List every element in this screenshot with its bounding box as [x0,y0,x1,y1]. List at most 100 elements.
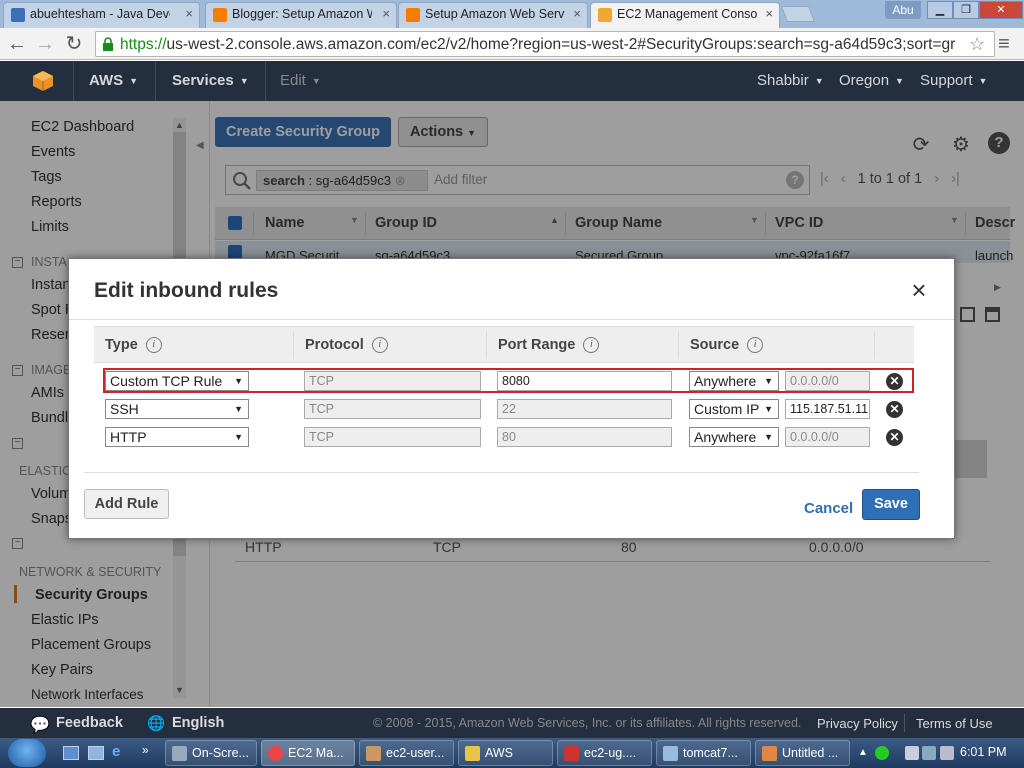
source-value: Custom IP [694,401,760,417]
taskbar-item[interactable]: tomcat7... [656,740,751,766]
browser-tab-active[interactable]: EC2 Management Console × [590,2,780,29]
source-select[interactable]: Anywhere ▼ [689,427,779,447]
browser-toolbar: ← → ↻ https://us-west-2.console.aws.amaz… [0,28,1024,60]
close-tab-icon[interactable]: × [765,6,773,21]
cancel-button[interactable]: Cancel [804,500,853,517]
info-icon[interactable]: i [747,337,764,354]
close-tab-icon[interactable]: × [573,6,581,21]
source-value: Anywhere [694,429,757,445]
cidr-field: 0.0.0.0/0 [785,427,870,447]
support-menu[interactable]: Support ▼ [920,72,987,89]
taskbar-item-active[interactable]: EC2 Ma... [261,740,355,766]
explorer-icon[interactable] [88,746,104,760]
taskbar-item[interactable]: AWS [458,740,553,766]
info-icon[interactable]: i [583,337,600,354]
pdf-icon [564,746,579,761]
language-selector[interactable]: English [172,715,224,731]
info-icon[interactable]: i [371,337,388,354]
aws-menu[interactable]: AWS ▼ [89,72,138,89]
dialog-title: Edit inbound rules [94,279,279,302]
chevron-down-icon: ▼ [129,76,139,87]
divider [69,319,954,320]
terms-of-use-link[interactable]: Terms of Use [916,716,993,731]
dropdown-arrow-icon: ▼ [234,432,243,442]
taskbar-item[interactable]: On-Scre... [165,740,257,766]
services-menu[interactable]: Services ▼ [172,72,249,89]
tray-network-icon[interactable] [922,746,936,760]
internet-explorer-icon[interactable]: e [112,743,120,760]
info-icon[interactable]: i [145,337,162,354]
add-rule-button[interactable]: Add Rule [84,489,169,519]
dropdown-arrow-icon: ▼ [234,404,243,414]
yahoo-favicon-icon [11,8,25,22]
new-tab-button[interactable] [781,6,815,22]
account-menu[interactable]: Shabbir ▼ [757,72,824,89]
header-divider [73,61,74,101]
chrome-menu-icon[interactable]: ≡ [998,33,1016,56]
keyboard-app-icon [172,746,187,761]
close-tab-icon[interactable]: × [382,6,390,21]
delete-rule-icon[interactable]: ✕ [886,429,903,446]
quicklaunch-more-icon[interactable]: » [142,743,149,757]
type-select[interactable]: HTTP ▼ [105,427,249,447]
taskbar-item[interactable]: Untitled ... [755,740,850,766]
column-divider [293,331,294,359]
header-port-range: Port Range i [498,337,600,354]
column-divider [874,331,875,359]
maximize-icon[interactable]: ❐ [953,1,979,19]
delete-rule-icon[interactable]: ✕ [886,401,903,418]
taskbar-item-label: EC2 Ma... [288,746,344,760]
reload-icon[interactable]: ↻ [61,31,87,57]
privacy-policy-link[interactable]: Privacy Policy [817,716,898,731]
address-bar[interactable]: https://us-west-2.console.aws.amazon.com… [95,31,995,57]
close-icon[interactable]: × [909,277,929,303]
taskbar-item-label: ec2-ug.... [584,746,637,760]
window-close-icon[interactable]: ✕ [979,1,1023,19]
taskbar-item[interactable]: ec2-ug.... [557,740,652,766]
chevron-down-icon: ▼ [978,76,988,87]
chrome-icon [268,746,283,761]
taskbar-item-label: ec2-user... [386,746,445,760]
lock-icon [103,37,113,51]
feedback-link[interactable]: Feedback [56,715,123,731]
save-button[interactable]: Save [862,489,920,520]
show-desktop-icon[interactable] [63,746,79,760]
back-arrow-icon[interactable]: ← [4,31,30,57]
browser-tab-strip: abuehtesham - Java Devel × Blogger: Setu… [0,0,1024,29]
support-menu-label: Support [920,72,973,89]
header-protocol-label: Protocol [305,337,364,353]
taskbar-clock[interactable]: 6:01 PM [960,745,1007,759]
header-protocol: Protocol i [305,337,388,354]
cidr-input[interactable]: 115.187.51.11 [785,399,870,419]
aws-cube-logo-icon[interactable] [32,70,54,92]
chrome-user-badge[interactable]: Abu [885,1,921,19]
bookmark-star-icon[interactable]: ☆ [969,34,985,55]
close-tab-icon[interactable]: × [185,6,193,21]
column-divider [678,331,679,359]
browser-tab[interactable]: Setup Amazon Web Servic × [398,2,588,28]
type-select[interactable]: SSH ▼ [105,399,249,419]
aws-header: AWS ▼ Services ▼ Edit ▼ Shabbir ▼ Oregon ▼ Su… [0,61,1024,101]
windows-start-icon[interactable] [8,739,46,767]
tray-power-icon[interactable] [905,746,919,760]
tray-status-icon[interactable] [875,746,889,760]
browser-tab[interactable]: Blogger: Setup Amazon W × [205,2,397,28]
port-range-field: 22 [497,399,672,419]
header-source-label: Source [690,337,740,353]
tray-volume-icon[interactable] [940,746,954,760]
tray-expand-icon[interactable]: ▲ [858,747,868,758]
taskbar-item[interactable]: ec2-user... [359,740,454,766]
services-menu-label: Services [172,72,234,89]
account-menu-label: Shabbir [757,72,809,89]
header-divider [265,61,266,101]
edit-menu[interactable]: Edit ▼ [280,72,321,89]
annotation-highlight-box [103,368,914,393]
aws-cube-favicon-icon [598,8,612,22]
protocol-field: TCP [304,427,481,447]
minimize-icon[interactable]: ▁ [927,1,953,19]
region-menu[interactable]: Oregon ▼ [839,72,904,89]
source-select[interactable]: Custom IP ▼ [689,399,779,419]
forward-arrow-icon[interactable]: → [32,31,58,57]
tab-label: Setup Amazon Web Servic [425,7,565,21]
browser-tab[interactable]: abuehtesham - Java Devel × [3,2,200,28]
